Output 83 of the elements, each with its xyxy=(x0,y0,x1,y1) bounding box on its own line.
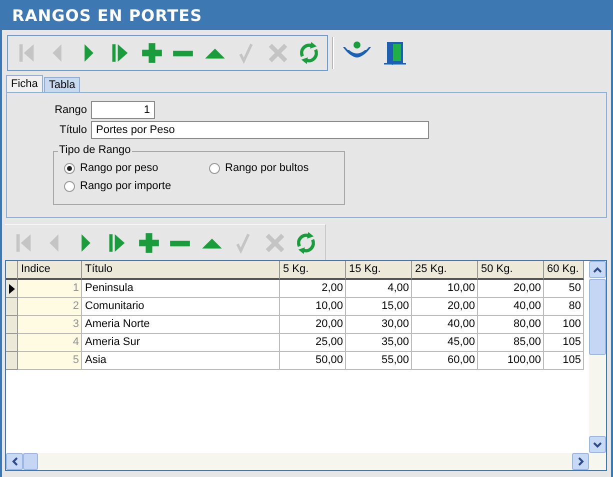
table-cell: 100,00 xyxy=(478,352,544,370)
radio-button[interactable] xyxy=(64,162,75,174)
row-indicator[interactable] xyxy=(6,280,18,298)
option-label: Rango por peso xyxy=(80,162,158,174)
window-title: RANGOS EN PORTES xyxy=(12,6,202,24)
titulo-field[interactable]: Portes por Peso xyxy=(91,121,429,139)
option-label: Rango por importe xyxy=(80,180,172,192)
table-cell: 55,00 xyxy=(346,352,412,370)
table-cell: 100 xyxy=(544,316,584,334)
table-cell: 10,00 xyxy=(280,298,346,316)
scroll-right-button[interactable] xyxy=(572,453,589,470)
refresh-icon xyxy=(295,232,318,254)
table-cell: 35,00 xyxy=(346,334,412,352)
table-cell: 4,00 xyxy=(346,280,412,298)
table-cell: 45,00 xyxy=(412,334,478,352)
minus-icon xyxy=(170,240,190,246)
vertical-scrollbar[interactable] xyxy=(589,261,606,453)
tab[interactable]: Tabla xyxy=(44,77,80,92)
chevron-left-icon xyxy=(12,457,18,466)
table-cell: 85,00 xyxy=(478,334,544,352)
scroll-down-button[interactable] xyxy=(589,436,606,453)
table-cell: 30,00 xyxy=(346,316,412,334)
table-cell: 50,00 xyxy=(280,352,346,370)
row-pointer-icon xyxy=(8,284,14,294)
column-header[interactable]: 25 Kg. xyxy=(412,261,478,280)
field-label: Título xyxy=(58,124,87,136)
tab[interactable]: Ficha xyxy=(6,75,43,92)
table-cell: 40,00 xyxy=(412,316,478,334)
table-cell: 105 xyxy=(544,334,584,352)
group-title: Tipo de Rango xyxy=(58,144,132,156)
table-cell: 60,00 xyxy=(412,352,478,370)
chevron-right-icon xyxy=(578,457,584,466)
table-cell: Comunitario xyxy=(82,298,280,316)
table-cell: 105 xyxy=(544,352,584,370)
table-cell: 4 xyxy=(18,334,82,352)
radio-option[interactable]: Rango por bultos xyxy=(209,162,349,174)
column-header[interactable]: 15 Kg. xyxy=(346,261,412,280)
scrollbar-thumb[interactable] xyxy=(23,453,38,470)
option-label: Rango por bultos xyxy=(225,162,309,174)
table-cell: Ameria Norte xyxy=(82,316,280,334)
table-cell: 1 xyxy=(18,280,82,298)
field-label: Rango xyxy=(54,104,87,116)
rango-field[interactable]: 1 xyxy=(91,101,155,119)
table-cell: 15,00 xyxy=(346,298,412,316)
column-header[interactable]: Título xyxy=(82,261,280,280)
table-cell: 50 xyxy=(544,280,584,298)
table-cell: 10,00 xyxy=(412,280,478,298)
radio-button[interactable] xyxy=(209,162,220,174)
scroll-up-button[interactable] xyxy=(589,261,606,278)
radio-button[interactable] xyxy=(64,180,75,192)
column-header[interactable]: 5 Kg. xyxy=(280,261,346,280)
table-cell: 25,00 xyxy=(280,334,346,352)
close-icon xyxy=(264,232,286,254)
table-cell: 2,00 xyxy=(280,280,346,298)
table-cell: 80,00 xyxy=(478,316,544,334)
minus-icon xyxy=(173,50,194,56)
column-header[interactable]: 60 Kg. xyxy=(544,261,584,280)
radio-option[interactable]: Rango por importe xyxy=(64,180,209,192)
table-cell: 2 xyxy=(18,298,82,316)
chevron-up-icon xyxy=(593,266,602,272)
table-cell: 40,00 xyxy=(478,298,544,316)
table-cell: 20,00 xyxy=(280,316,346,334)
table-cell: 5 xyxy=(18,352,82,370)
plus-icon xyxy=(140,42,163,64)
scrollbar-thumb[interactable] xyxy=(589,279,606,355)
plus-icon xyxy=(138,232,160,254)
row-indicator-header xyxy=(6,261,18,280)
table-cell: 3 xyxy=(18,316,82,334)
column-header[interactable]: 50 Kg. xyxy=(478,261,544,280)
table-cell: 20,00 xyxy=(412,298,478,316)
table-cell: Asia xyxy=(82,352,280,370)
column-header[interactable]: Indice xyxy=(18,261,82,280)
scroll-left-button[interactable] xyxy=(6,453,23,470)
refresh-icon xyxy=(298,42,320,64)
table-cell: Ameria Sur xyxy=(82,334,280,352)
chevron-down-icon xyxy=(593,442,602,448)
table-cell: 20,00 xyxy=(478,280,544,298)
table-cell: 80 xyxy=(544,298,584,316)
horizontal-scrollbar[interactable] xyxy=(6,453,606,470)
close-icon xyxy=(266,42,289,64)
radio-option[interactable]: Rango por peso xyxy=(64,162,209,174)
table-cell: Peninsula xyxy=(82,280,280,298)
door-icon xyxy=(381,39,409,67)
